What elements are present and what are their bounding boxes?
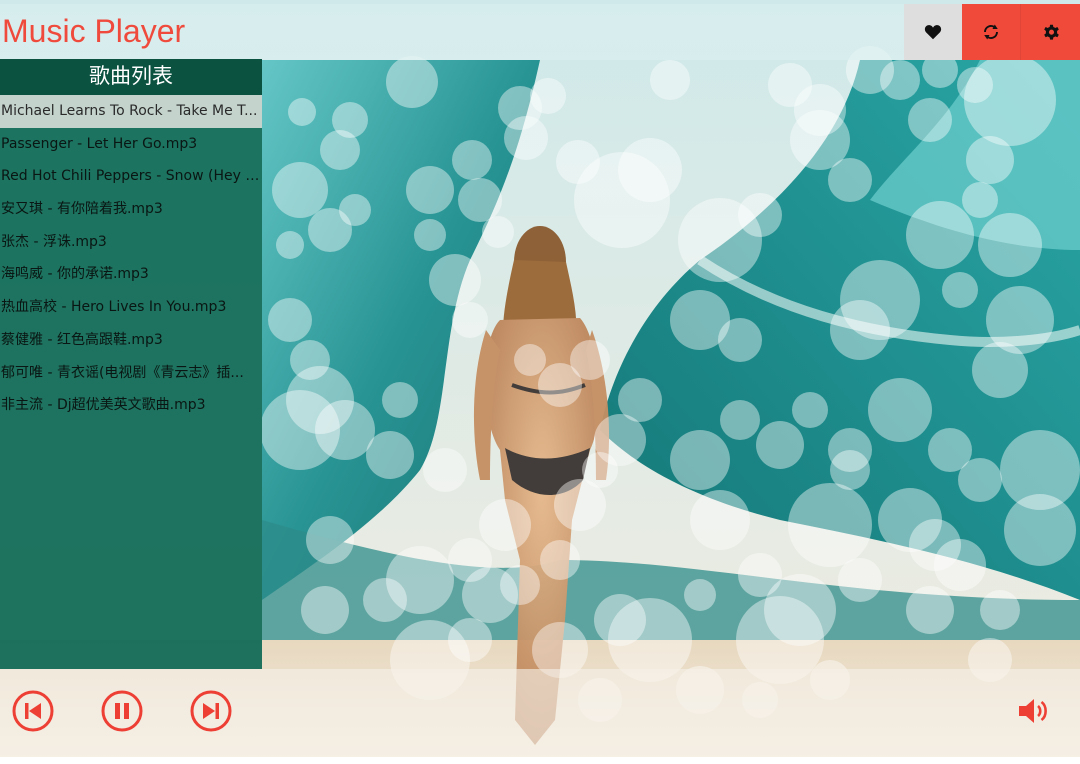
bokeh-bubble <box>962 182 998 218</box>
app-header: Music Player <box>0 4 1080 60</box>
previous-button[interactable] <box>12 690 54 732</box>
pause-icon <box>101 690 143 732</box>
heart-icon <box>924 25 942 40</box>
playlist-title: 歌曲列表 <box>0 59 262 95</box>
bokeh-bubble <box>276 231 304 259</box>
bokeh-bubble <box>514 344 546 376</box>
bokeh-bubble <box>978 213 1042 277</box>
bokeh-bubble <box>909 519 961 571</box>
bokeh-bubble <box>690 490 750 550</box>
next-icon <box>190 690 232 732</box>
favorite-button[interactable] <box>904 4 962 60</box>
bokeh-bubble <box>906 201 974 269</box>
bokeh-bubble <box>618 138 682 202</box>
bokeh-bubble <box>272 162 328 218</box>
song-item[interactable]: 郁可唯 - 青衣谣(电视剧《青云志》插... <box>0 357 262 390</box>
bokeh-bubble <box>788 483 872 567</box>
bokeh-bubble <box>738 553 782 597</box>
bokeh-bubble <box>288 98 316 126</box>
volume-icon <box>1019 699 1047 723</box>
bokeh-bubble <box>570 340 610 380</box>
bokeh-bubble <box>972 342 1028 398</box>
window-bottom-edge <box>0 757 1080 764</box>
bokeh-bubble <box>382 382 418 418</box>
gear-icon <box>1043 24 1059 40</box>
bokeh-bubble <box>792 392 828 428</box>
song-item[interactable]: 张杰 - 浮诛.mp3 <box>0 226 262 259</box>
playlist-sidebar: 歌曲列表 Michael Learns To Rock - Take Me T.… <box>0 59 262 669</box>
bokeh-bubble <box>554 479 606 531</box>
bokeh-bubble <box>980 590 1020 630</box>
song-item[interactable]: 海鸣威 - 你的承诺.mp3 <box>0 258 262 291</box>
song-item[interactable]: 热血高校 - Hero Lives In You.mp3 <box>0 291 262 324</box>
loop-button[interactable] <box>962 4 1020 60</box>
bokeh-bubble <box>868 378 932 442</box>
bokeh-bubble <box>958 458 1002 502</box>
bokeh-bubble <box>479 499 531 551</box>
volume-button[interactable] <box>1016 695 1052 727</box>
bokeh-bubble <box>718 318 762 362</box>
next-button[interactable] <box>190 690 232 732</box>
bokeh-bubble <box>906 586 954 634</box>
app-title: Music Player <box>2 13 186 49</box>
bokeh-bubble <box>720 400 760 440</box>
bokeh-bubble <box>306 516 354 564</box>
loop-icon <box>984 24 998 40</box>
song-item[interactable]: Michael Learns To Rock - Take Me T... <box>0 95 262 128</box>
pause-button[interactable] <box>101 690 143 732</box>
bokeh-bubble <box>738 193 782 237</box>
previous-icon <box>12 690 54 732</box>
playback-controls <box>0 669 1080 757</box>
song-item[interactable]: 非主流 - Dj超优美英文歌曲.mp3 <box>0 389 262 422</box>
song-list: Michael Learns To Rock - Take Me T... Pa… <box>0 95 262 422</box>
bokeh-bubble <box>618 378 662 422</box>
bokeh-bubble <box>768 63 812 107</box>
bokeh-bubble <box>452 302 488 338</box>
bokeh-bubble <box>429 254 481 306</box>
bokeh-bubble <box>908 98 952 142</box>
bokeh-bubble <box>386 56 438 108</box>
bokeh-bubble <box>838 558 882 602</box>
music-player-app: Music Player 歌曲列表 Michael Learns To Rock… <box>0 0 1080 764</box>
bokeh-bubble <box>339 194 371 226</box>
bokeh-bubble <box>452 140 492 180</box>
bokeh-bubble <box>966 136 1014 184</box>
bokeh-bubble <box>957 67 993 103</box>
song-item[interactable]: Passenger - Let Her Go.mp3 <box>0 128 262 161</box>
bokeh-bubble <box>458 178 502 222</box>
song-item[interactable]: 安又琪 - 有你陪着我.mp3 <box>0 193 262 226</box>
bokeh-bubble <box>268 298 312 342</box>
bokeh-bubble <box>942 272 978 308</box>
bokeh-bubble <box>423 448 467 492</box>
bokeh-bubble <box>363 578 407 622</box>
bokeh-bubble <box>828 158 872 202</box>
bokeh-bubble <box>301 586 349 634</box>
bokeh-bubble <box>315 400 375 460</box>
song-item[interactable]: Red Hot Chili Peppers - Snow (Hey O... <box>0 160 262 193</box>
bokeh-bubble <box>366 431 414 479</box>
bokeh-bubble <box>670 430 730 490</box>
song-item[interactable]: 蔡健雅 - 红色高跟鞋.mp3 <box>0 324 262 357</box>
bokeh-bubble <box>650 60 690 100</box>
bokeh-bubble <box>830 300 890 360</box>
bokeh-bubble <box>406 166 454 214</box>
bokeh-bubble <box>482 216 514 248</box>
bokeh-bubble <box>504 116 548 160</box>
bokeh-bubble <box>320 130 360 170</box>
bokeh-bubble <box>414 219 446 251</box>
bokeh-bubble <box>540 540 580 580</box>
bokeh-bubble <box>756 421 804 469</box>
bokeh-bubble <box>684 579 716 611</box>
bokeh-bubble <box>530 78 566 114</box>
settings-button[interactable] <box>1020 4 1080 60</box>
bokeh-bubble <box>500 565 540 605</box>
bokeh-bubble <box>1004 494 1076 566</box>
